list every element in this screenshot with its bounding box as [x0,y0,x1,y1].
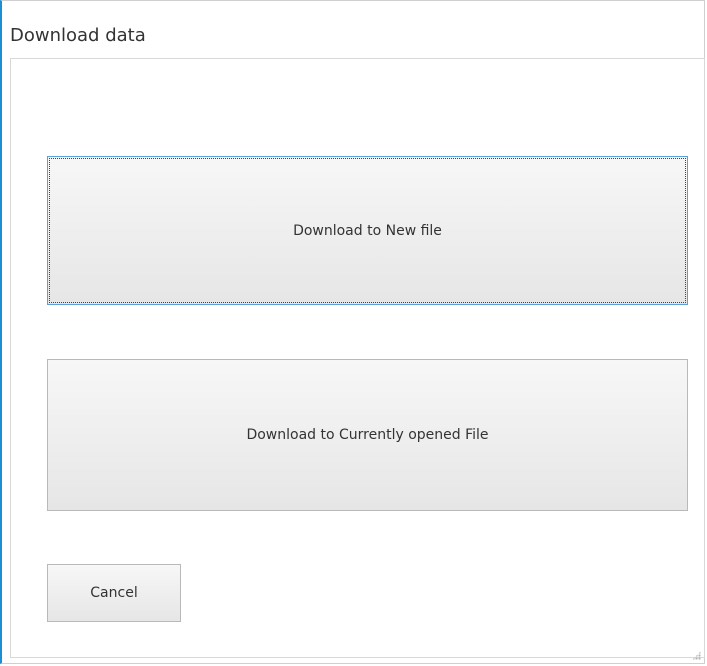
download-new-file-button[interactable]: Download to New file [47,156,688,305]
dialog-title-bar[interactable]: Download data [2,1,704,58]
cancel-button[interactable]: Cancel [47,564,181,622]
dialog-title: Download data [10,25,146,46]
dialog-content: Download to New file Download to Current… [10,58,705,658]
download-current-file-button[interactable]: Download to Currently opened File [47,359,688,511]
cancel-label: Cancel [90,585,138,601]
download-current-file-label: Download to Currently opened File [246,427,489,443]
download-data-dialog: Download data Download to New file Downl… [0,0,705,664]
download-new-file-label: Download to New file [293,222,442,239]
